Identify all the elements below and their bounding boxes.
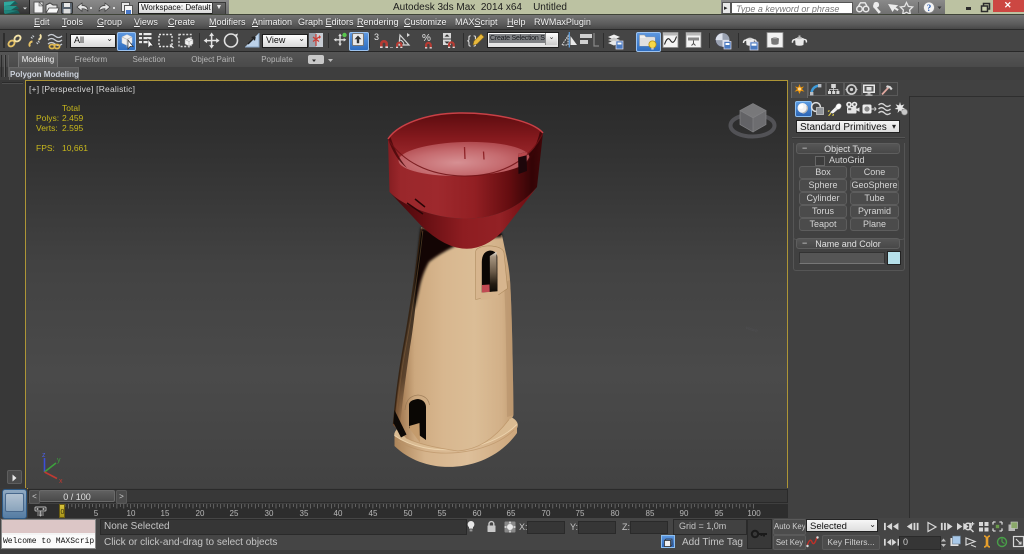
svg-text:10: 10 — [127, 509, 136, 518]
svg-text:5: 5 — [94, 509, 99, 518]
svg-text:70: 70 — [542, 509, 551, 518]
svg-text:45: 45 — [369, 509, 378, 518]
svg-text:95: 95 — [715, 509, 724, 518]
svg-text:65: 65 — [507, 509, 516, 518]
svg-text:75: 75 — [576, 509, 585, 518]
svg-text:50: 50 — [404, 509, 413, 518]
svg-text:85: 85 — [646, 509, 655, 518]
svg-text:55: 55 — [438, 509, 447, 518]
svg-text:15: 15 — [161, 509, 170, 518]
svg-text:100: 100 — [747, 509, 761, 518]
svg-text:x: x — [59, 478, 63, 485]
svg-text:80: 80 — [611, 509, 620, 518]
svg-text:90: 90 — [680, 509, 689, 518]
svg-text:60: 60 — [473, 509, 482, 518]
svg-text:20: 20 — [196, 509, 205, 518]
svg-text:30: 30 — [265, 509, 274, 518]
svg-text:25: 25 — [230, 509, 239, 518]
svg-text:40: 40 — [334, 509, 343, 518]
svg-text:y: y — [57, 457, 61, 464]
svg-text:z: z — [42, 452, 46, 459]
svg-text:FRONT: FRONT — [746, 326, 759, 334]
svg-text:35: 35 — [300, 509, 309, 518]
svg-text:?: ? — [927, 3, 932, 13]
svg-text:3: 3 — [374, 32, 379, 42]
